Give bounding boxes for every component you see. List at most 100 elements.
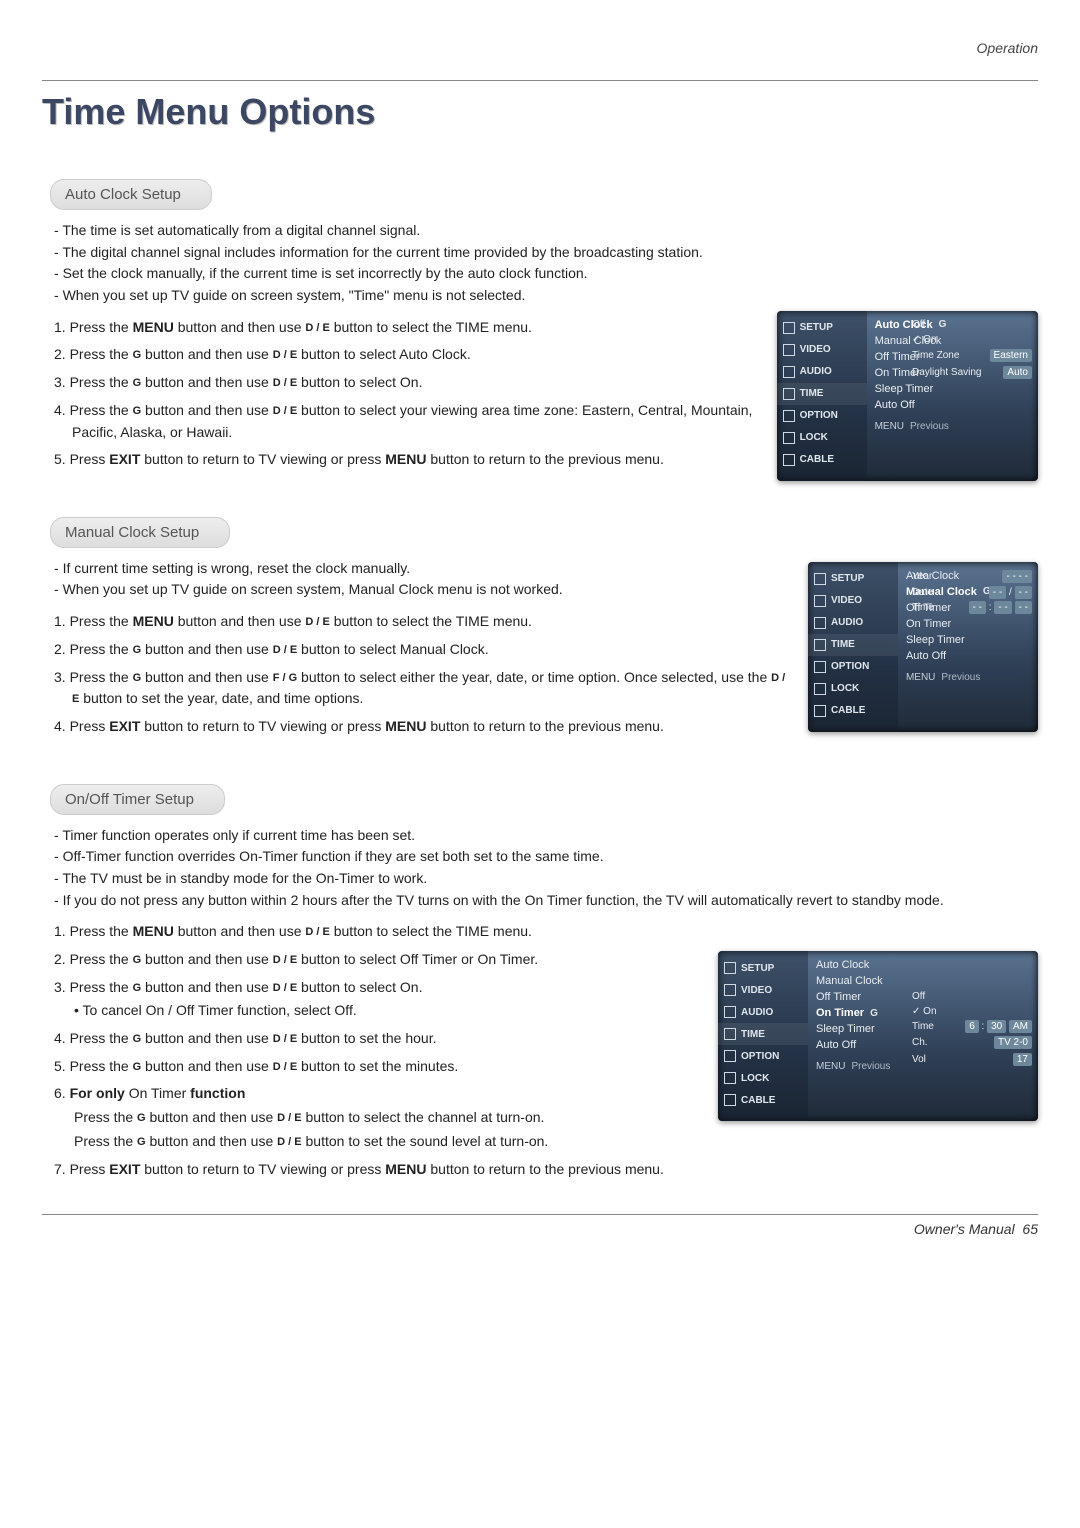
osd-nav-item[interactable]: CABLE (808, 700, 898, 722)
osd-nav-item[interactable]: VIDEO (777, 339, 867, 361)
step: 2. Press the G button and then use D / E… (50, 344, 757, 366)
step: 7. Press EXIT button to return to TV vie… (50, 1159, 698, 1181)
osd-item[interactable]: Manual Clock (816, 973, 1030, 989)
dir-g-icon: G (133, 377, 142, 389)
dir-g-icon: G (133, 1061, 142, 1073)
step: 2. Press the G button and then use D / E… (50, 639, 788, 661)
pill-onoff-timer: On/Off Timer Setup (50, 784, 225, 815)
lock-icon (783, 432, 795, 444)
osd-nav-item[interactable]: SETUP (808, 568, 898, 590)
osd-item[interactable]: Sleep Timer (906, 632, 1030, 648)
video-icon (783, 344, 795, 356)
osd-value-row[interactable]: Date- - / - - (912, 585, 1032, 600)
option-icon (783, 410, 795, 422)
intro-line: - The digital channel signal includes in… (50, 242, 1038, 264)
dir-de-icon: D / E (277, 1136, 301, 1148)
osd-item[interactable]: Auto Off (906, 648, 1030, 664)
osd-value-row[interactable]: Daylight SavingAuto (912, 364, 1032, 381)
osd-subpanel: Year- - - - Date- - / - - Time- - : - - … (912, 568, 1032, 615)
dir-de-icon: D / E (277, 1112, 301, 1124)
osd-nav-item[interactable]: AUDIO (718, 1001, 808, 1023)
step: 1. Press the MENU button and then use D … (50, 921, 698, 943)
audio-icon (724, 1006, 736, 1018)
osd-value-row[interactable]: Year- - - - (912, 568, 1032, 585)
osd-value-row[interactable]: Time ZoneEastern (912, 347, 1032, 364)
time-icon (814, 639, 826, 651)
intro-line: - Set the clock manually, if the current… (50, 263, 1038, 285)
page-footer: Owner's Manual 65 (42, 1221, 1038, 1237)
osd-item[interactable]: On Timer (906, 616, 1030, 632)
auto-intro: - The time is set automatically from a d… (50, 220, 1038, 307)
video-icon (724, 984, 736, 996)
osd-item[interactable]: Sleep Timer (875, 381, 1030, 397)
osd-subpanel: Off On Time ZoneEastern Daylight SavingA… (912, 317, 1032, 381)
step-sub: Press the G button and then use D / E bu… (50, 1107, 698, 1129)
step: 5. Press EXIT button to return to TV vie… (50, 449, 757, 471)
osd-value-row[interactable]: Off (912, 317, 1032, 332)
dir-g-icon: G (133, 405, 142, 417)
setup-icon (783, 322, 795, 334)
osd-nav-item[interactable]: AUDIO (808, 612, 898, 634)
dir-g-icon: G (137, 1112, 146, 1124)
osd-nav-item[interactable]: AUDIO (777, 361, 867, 383)
bottom-separator (42, 1214, 1038, 1215)
osd-value-row[interactable]: On (912, 1004, 1032, 1019)
osd-nav-item[interactable]: CABLE (777, 449, 867, 471)
page-title: Time Menu Options (42, 91, 1038, 133)
intro-line: - The TV must be in standby mode for the… (50, 868, 1038, 890)
cable-icon (724, 1094, 736, 1106)
setup-icon (724, 962, 736, 974)
osd-nav-item[interactable]: TIME (777, 383, 867, 405)
osd-nav-item[interactable]: VIDEO (718, 979, 808, 1001)
manual-steps: 1. Press the MENU button and then use D … (50, 611, 788, 737)
onoff-steps: 1. Press the MENU button and then use D … (50, 921, 698, 1180)
osd-nav-item[interactable]: TIME (718, 1023, 808, 1045)
osd-on-timer: SETUP VIDEO AUDIO TIME OPTION LOCK CABLE… (718, 951, 1038, 1121)
osd-manual-clock: SETUP VIDEO AUDIO TIME OPTION LOCK CABLE… (808, 562, 1038, 732)
time-icon (724, 1028, 736, 1040)
osd-nav-item[interactable]: LOCK (808, 678, 898, 700)
dir-g-icon: G (133, 349, 142, 361)
osd-auto-clock: SETUP VIDEO AUDIO TIME OPTION LOCK CABLE… (777, 311, 1038, 481)
manual-intro: - If current time setting is wrong, rese… (50, 558, 788, 601)
intro-line: - If current time setting is wrong, rese… (50, 558, 788, 580)
step: 3. Press the G button and then use D / E… (50, 977, 698, 999)
osd-nav-item[interactable]: SETUP (777, 317, 867, 339)
osd-value-row[interactable]: Vol17 (912, 1051, 1032, 1068)
dir-g-icon: G (133, 954, 142, 966)
cable-icon (783, 454, 795, 466)
osd-nav-item[interactable]: OPTION (777, 405, 867, 427)
osd-value-row[interactable]: Off (912, 989, 1032, 1004)
audio-icon (814, 617, 826, 629)
osd-nav: SETUP VIDEO AUDIO TIME OPTION LOCK CABLE (777, 311, 867, 481)
auto-steps: 1. Press the MENU button and then use D … (50, 317, 757, 471)
step: 1. Press the MENU button and then use D … (50, 317, 757, 339)
dir-de-icon: D / E (273, 982, 297, 994)
osd-nav-item[interactable]: VIDEO (808, 590, 898, 612)
osd-item[interactable]: Auto Off (875, 397, 1030, 413)
dir-g-icon: G (137, 1136, 146, 1148)
osd-item[interactable]: Auto Clock (816, 957, 1030, 973)
osd-nav-item[interactable]: OPTION (718, 1045, 808, 1067)
osd-nav-item[interactable]: CABLE (718, 1089, 808, 1111)
intro-line: - The time is set automatically from a d… (50, 220, 1038, 242)
osd-nav-item[interactable]: SETUP (718, 957, 808, 979)
osd-nav-item[interactable]: TIME (808, 634, 898, 656)
time-icon (783, 388, 795, 400)
top-separator (42, 80, 1038, 81)
osd-value-row[interactable]: Time6 : 30 AM (912, 1019, 1032, 1034)
osd-value-row[interactable]: Ch.TV 2-0 (912, 1034, 1032, 1051)
dir-de-icon: D / E (273, 644, 297, 656)
osd-nav-item[interactable]: LOCK (777, 427, 867, 449)
osd-value-row[interactable]: Time- - : - - - - (912, 600, 1032, 615)
pill-auto-clock: Auto Clock Setup (50, 179, 212, 210)
option-icon (724, 1050, 736, 1062)
osd-nav-item[interactable]: OPTION (808, 656, 898, 678)
dir-fg-icon: F / G (273, 672, 297, 684)
step: 1. Press the MENU button and then use D … (50, 611, 788, 633)
step-sub: Press the G button and then use D / E bu… (50, 1131, 698, 1153)
onoff-intro: - Timer function operates only if curren… (50, 825, 1038, 912)
osd-nav-item[interactable]: LOCK (718, 1067, 808, 1089)
dir-de-icon: D / E (305, 926, 329, 938)
osd-value-row[interactable]: On (912, 332, 1032, 347)
